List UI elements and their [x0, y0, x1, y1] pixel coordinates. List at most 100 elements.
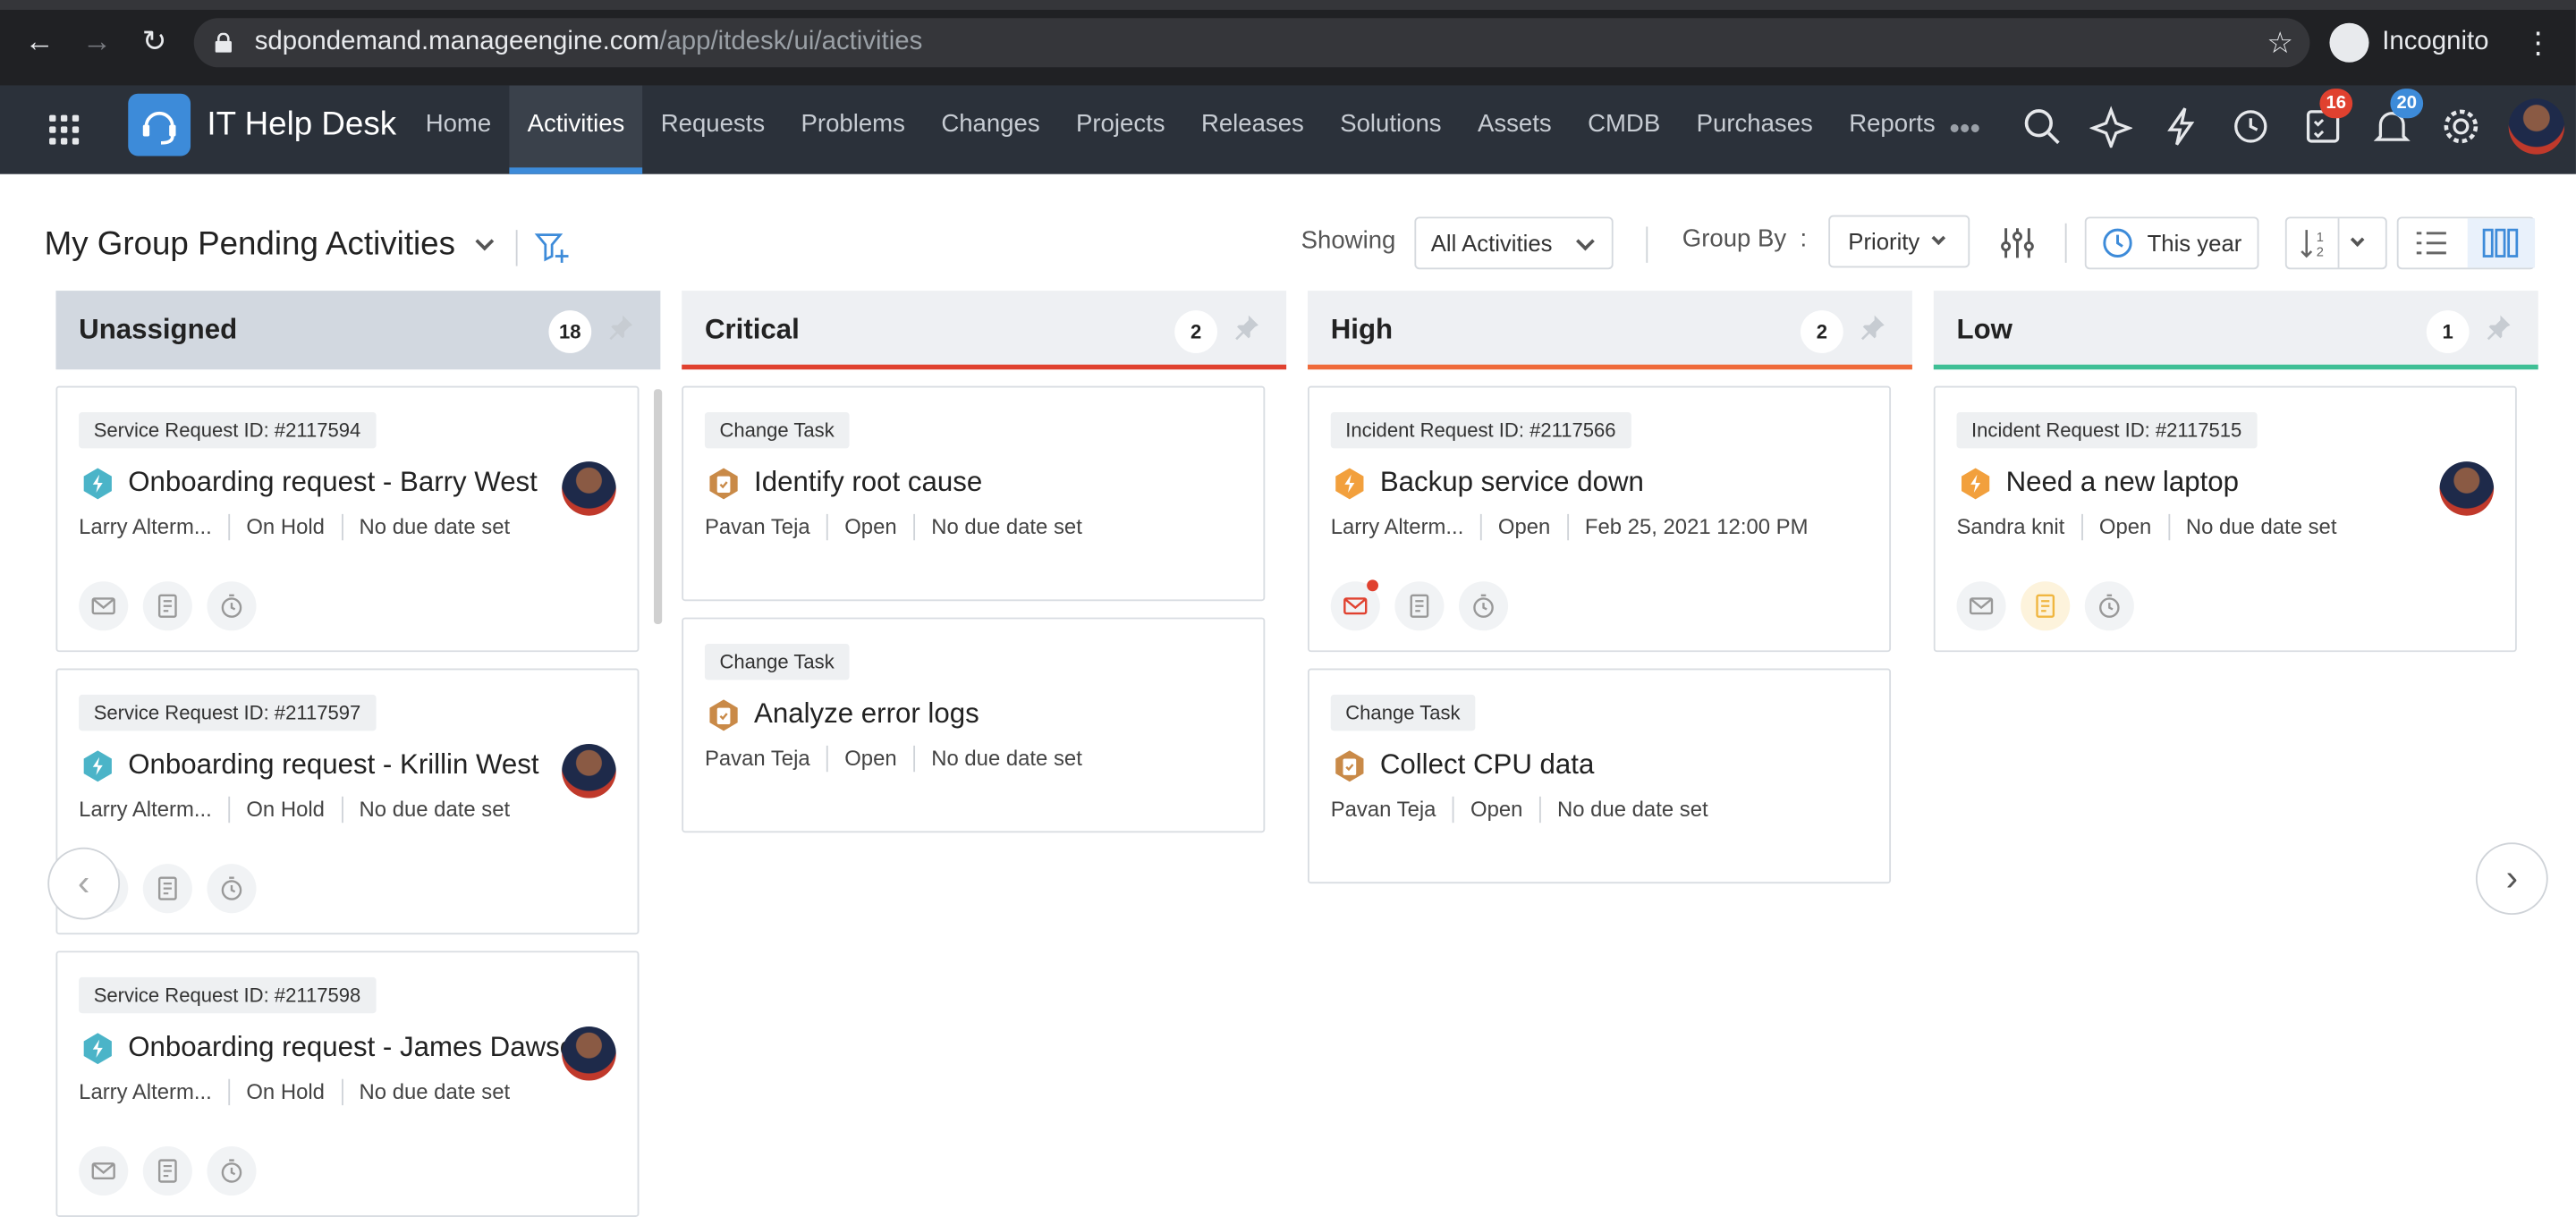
- scroll-right-arrow-icon[interactable]: ›: [2475, 842, 2548, 916]
- nav-tab-assets[interactable]: Assets: [1460, 86, 1570, 174]
- activity-owner[interactable]: Larry Alterm...: [1331, 512, 1464, 542]
- notes-action-button[interactable]: [142, 864, 192, 914]
- assignee-avatar[interactable]: [2439, 461, 2495, 516]
- nav-tab-changes[interactable]: Changes: [923, 86, 1058, 174]
- activity-status[interactable]: Open: [1470, 795, 1522, 824]
- activity-card[interactable]: Incident Request ID: #2117515 Need a new …: [1933, 385, 2517, 653]
- activity-due-date[interactable]: No due date set: [2186, 512, 2337, 542]
- activity-card[interactable]: Change Task Collect CPU data Pavan Teja Ope…: [1308, 668, 1892, 884]
- activity-owner[interactable]: Pavan Teja: [705, 744, 810, 773]
- helpdesk-logo-icon[interactable]: [128, 93, 191, 156]
- activity-id-tag[interactable]: Incident Request ID: #2117566: [1330, 412, 1631, 449]
- nav-tab-requests[interactable]: Requests: [643, 86, 784, 174]
- activity-owner[interactable]: Sandra knit: [1957, 512, 2065, 542]
- activity-owner[interactable]: Larry Alterm...: [79, 795, 212, 824]
- notes-action-button[interactable]: [142, 1146, 192, 1196]
- reload-icon[interactable]: ↻: [136, 23, 172, 59]
- assignee-avatar[interactable]: [562, 1026, 616, 1081]
- sort-dropdown-chevron-icon[interactable]: [2350, 232, 2365, 247]
- forward-icon[interactable]: →: [79, 23, 114, 59]
- incognito-indicator[interactable]: Incognito: [2329, 22, 2488, 63]
- activity-id-tag[interactable]: Change Task: [1330, 694, 1476, 731]
- scroll-left-arrow-icon[interactable]: ‹: [47, 847, 121, 920]
- pin-column-icon[interactable]: [1233, 314, 1263, 343]
- quick-actions-bolt-icon[interactable]: [2160, 106, 2203, 148]
- back-icon[interactable]: ←: [21, 23, 57, 59]
- sort-order-icon[interactable]: 12: [2299, 225, 2334, 261]
- ai-sparkle-icon[interactable]: [2089, 106, 2133, 148]
- pin-column-icon[interactable]: [1860, 314, 1889, 343]
- activity-card[interactable]: Change Task Analyze error logs Pavan Teja O…: [682, 617, 1266, 833]
- column-scrollbar[interactable]: [654, 389, 663, 624]
- notes-action-button[interactable]: [142, 581, 192, 631]
- nav-tab-purchases[interactable]: Purchases: [1678, 86, 1831, 174]
- timer-action-button[interactable]: [207, 1146, 257, 1196]
- email-action-button[interactable]: [79, 1146, 129, 1196]
- activity-status[interactable]: On Hold: [246, 512, 325, 542]
- settings-gear-icon[interactable]: [2439, 106, 2482, 148]
- assignee-avatar[interactable]: [562, 744, 616, 798]
- activity-title[interactable]: Backup service down: [1380, 463, 1644, 503]
- bookmark-star-icon[interactable]: ☆: [2267, 18, 2293, 67]
- sort-control[interactable]: 12: [2284, 216, 2387, 270]
- activity-due-date[interactable]: No due date set: [931, 744, 1082, 773]
- activity-due-date[interactable]: No due date set: [1557, 795, 1708, 824]
- activity-due-date[interactable]: No due date set: [360, 512, 511, 542]
- nav-tab-reports[interactable]: Reports: [1831, 86, 1953, 174]
- more-tabs-icon[interactable]: •••: [1944, 106, 1987, 149]
- email-action-button[interactable]: [79, 581, 129, 631]
- address-bar[interactable]: sdpondemand.manageengine.com/app/itdesk/…: [193, 18, 2310, 68]
- nav-tab-cmdb[interactable]: CMDB: [1570, 86, 1679, 174]
- email-action-button[interactable]: [1956, 581, 2006, 631]
- nav-tab-problems[interactable]: Problems: [783, 86, 923, 174]
- activity-owner[interactable]: Larry Alterm...: [79, 512, 212, 542]
- activity-status[interactable]: Open: [2099, 512, 2151, 542]
- nav-tab-solutions[interactable]: Solutions: [1322, 86, 1460, 174]
- browser-menu-icon[interactable]: ⋮: [2523, 20, 2553, 65]
- assignee-avatar[interactable]: [562, 461, 616, 516]
- activity-due-date[interactable]: Feb 25, 2021 12:00 PM: [1585, 512, 1809, 542]
- timer-action-button[interactable]: [207, 864, 257, 914]
- app-title[interactable]: IT Help Desk: [207, 102, 396, 148]
- activity-due-date[interactable]: No due date set: [360, 795, 511, 824]
- activity-title[interactable]: Onboarding request - Barry West: [128, 463, 538, 503]
- group-by-select[interactable]: Priority: [1828, 215, 1970, 268]
- activity-title[interactable]: Collect CPU data: [1380, 746, 1594, 785]
- list-view-icon[interactable]: [2413, 226, 2449, 259]
- timer-action-button[interactable]: [207, 581, 257, 631]
- pin-column-icon[interactable]: [2486, 314, 2515, 343]
- activity-id-tag[interactable]: Change Task: [704, 412, 850, 449]
- nav-tab-projects[interactable]: Projects: [1058, 86, 1183, 174]
- search-icon[interactable]: [2021, 106, 2063, 148]
- nav-tab-home[interactable]: Home: [408, 86, 510, 174]
- date-filter-button[interactable]: This year: [2084, 216, 2259, 270]
- activity-card[interactable]: Incident Request ID: #2117566 Backup serv…: [1308, 385, 1892, 653]
- activity-id-tag[interactable]: Service Request ID: #2117597: [79, 694, 376, 731]
- activity-owner[interactable]: Larry Alterm...: [79, 1077, 212, 1107]
- timer-action-button[interactable]: [1458, 581, 1509, 631]
- activity-owner[interactable]: Pavan Teja: [1331, 795, 1436, 824]
- showing-select[interactable]: All Activities: [1414, 216, 1614, 270]
- activity-status[interactable]: On Hold: [246, 795, 325, 824]
- activity-owner[interactable]: Pavan Teja: [705, 512, 810, 542]
- activity-id-tag[interactable]: Incident Request ID: #2117515: [1956, 412, 2257, 449]
- activity-status[interactable]: Open: [1498, 512, 1550, 542]
- activity-title[interactable]: Need a new laptop: [2006, 463, 2239, 503]
- activity-card[interactable]: Change Task Identify root cause Pavan Teja…: [682, 385, 1266, 602]
- kanban-view-icon[interactable]: [2482, 226, 2519, 259]
- activity-status[interactable]: On Hold: [246, 1077, 325, 1107]
- activity-id-tag[interactable]: Service Request ID: #2117594: [79, 412, 376, 449]
- email-action-button[interactable]: [1330, 579, 1380, 631]
- pin-column-icon[interactable]: [608, 314, 638, 343]
- nav-tab-releases[interactable]: Releases: [1183, 86, 1322, 174]
- history-icon[interactable]: [2229, 106, 2272, 148]
- timer-action-button[interactable]: [2084, 581, 2134, 631]
- activity-id-tag[interactable]: Change Task: [704, 643, 850, 680]
- nav-tab-activities[interactable]: Activities: [509, 85, 643, 174]
- activity-title[interactable]: Analyze error logs: [754, 695, 979, 734]
- activity-title[interactable]: Onboarding request - Krillin West: [128, 746, 538, 785]
- activity-card[interactable]: Service Request ID: #2117597 Onboarding r…: [55, 668, 640, 935]
- activity-status[interactable]: Open: [844, 512, 896, 542]
- activity-card[interactable]: Service Request ID: #2117594 Onboarding r…: [55, 385, 640, 653]
- view-dropdown-chevron-icon[interactable]: [474, 232, 494, 251]
